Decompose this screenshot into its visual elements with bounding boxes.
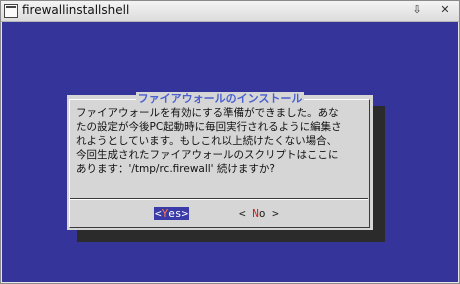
minimize-icon[interactable]: ⇩ — [410, 3, 424, 17]
no-hotkey: N — [252, 207, 259, 220]
app-window: firewallinstallshell ⇩ ✕ ファイアウォールのインストール… — [0, 0, 460, 284]
dialog-title: ファイアウォールのインストール — [67, 92, 373, 105]
no-label: o — [258, 207, 266, 220]
yes-label: es — [168, 207, 182, 220]
yes-right-bracket: > — [181, 207, 189, 220]
close-icon[interactable]: ✕ — [438, 3, 452, 17]
message-line: あります：'/tmp/rc.firewall' 続けますか? — [76, 163, 275, 175]
button-separator — [70, 198, 368, 200]
window-title: firewallinstallshell — [22, 3, 130, 17]
yes-left-bracket: < — [155, 207, 162, 220]
no-button[interactable]: < No > — [239, 207, 279, 220]
dialog-title-text: ファイアウォールのインストール — [135, 92, 305, 105]
terminal-area: ファイアウォールのインストール ファイアウォールを有効にする準備ができました。あ… — [2, 22, 458, 282]
window-icon — [4, 4, 18, 18]
message-line: 今回生成されたファイアウォールのスクリプトはここに — [76, 149, 339, 161]
no-left-bracket: < — [239, 207, 246, 220]
yes-button[interactable]: <Yes> — [154, 207, 190, 220]
dialog-message: ファイアウォールを有効にする準備ができました。あな たの設定が今後PC起動時に毎… — [76, 106, 370, 176]
no-right-bracket: > — [272, 207, 279, 220]
message-line: れようとしています。もしこれ以上続けたくない場合、 — [76, 135, 338, 147]
confirm-dialog: ファイアウォールのインストール ファイアウォールを有効にする準備ができました。あ… — [67, 92, 373, 230]
message-line: ファイアウォールを有効にする準備ができました。あな — [76, 107, 339, 119]
title-bar: firewallinstallshell ⇩ ✕ — [1, 1, 459, 22]
message-line: たの設定が今後PC起動時に毎回実行されるように編集さ — [76, 121, 342, 133]
